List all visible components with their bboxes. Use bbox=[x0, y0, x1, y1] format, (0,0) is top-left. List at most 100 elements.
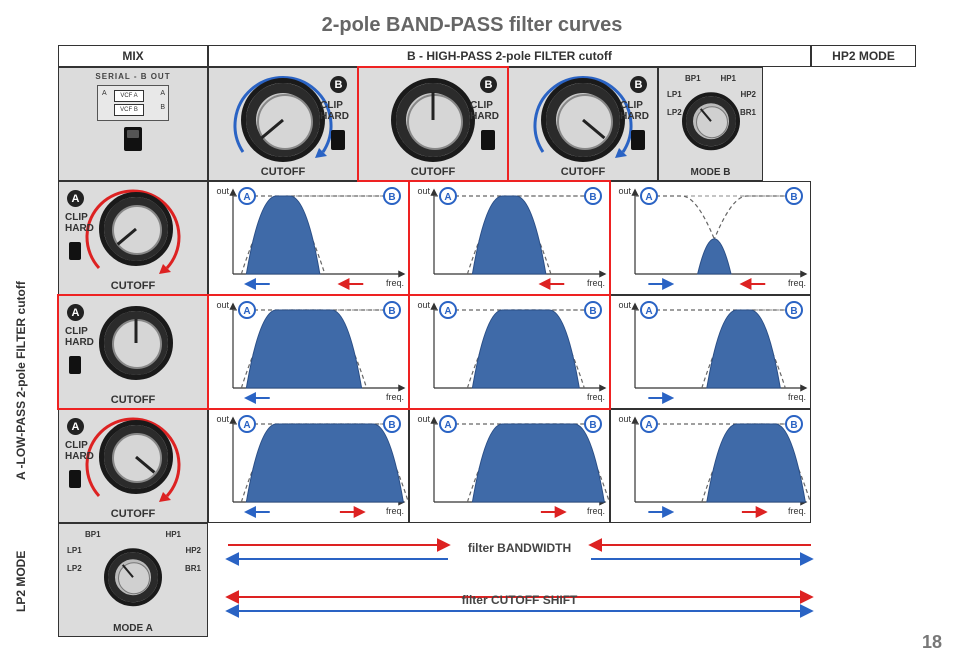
svg-text:A: A bbox=[645, 192, 652, 203]
response-plot: A B out freq. bbox=[409, 181, 610, 295]
svg-text:B: B bbox=[388, 306, 395, 317]
a-cutoff-knob-high[interactable]: A CLIPHARD CUTOFF bbox=[58, 409, 208, 523]
svg-text:out: out bbox=[417, 300, 430, 310]
mode-a-knob[interactable]: LP1 BP1 HP1 LP2 HP2 BR1 MODE A bbox=[58, 523, 208, 637]
clip-switch[interactable] bbox=[69, 242, 81, 260]
knob-badge-icon: B bbox=[330, 76, 347, 93]
svg-text:A: A bbox=[243, 420, 250, 431]
clip-hard-label: CLIPHARD bbox=[65, 440, 94, 462]
mix-out-b: B bbox=[160, 104, 165, 111]
cutoff-label: CUTOFF bbox=[59, 508, 207, 520]
mix-panel: SERIAL - B OUT VCF A VCF B A A B bbox=[58, 67, 208, 181]
response-curve-svg: A B out freq. bbox=[209, 410, 410, 524]
clip-switch[interactable] bbox=[631, 130, 645, 150]
cutoff-label: CUTOFF bbox=[59, 280, 207, 292]
response-plot: A B out freq. bbox=[610, 409, 811, 523]
mix-routing-diagram: VCF A VCF B A A B bbox=[97, 85, 169, 121]
response-curve-svg: A B out freq. bbox=[611, 296, 812, 410]
svg-text:freq.: freq. bbox=[386, 278, 404, 288]
svg-text:freq.: freq. bbox=[386, 392, 404, 402]
response-curve-svg: A B out freq. bbox=[611, 182, 812, 296]
row-header-lp2: LP2 MODE bbox=[14, 551, 28, 612]
response-plot: A B out freq. bbox=[208, 181, 409, 295]
svg-text:freq.: freq. bbox=[788, 278, 806, 288]
mix-switch[interactable] bbox=[124, 127, 142, 151]
svg-text:out: out bbox=[618, 414, 631, 424]
response-curve-svg: A B out freq. bbox=[410, 182, 611, 296]
response-plot: A B out freq. bbox=[610, 181, 811, 295]
clip-hard-label: CLIPHARD bbox=[470, 100, 499, 122]
svg-text:freq.: freq. bbox=[587, 392, 605, 402]
svg-text:A: A bbox=[645, 420, 652, 431]
b-cutoff-knob-high[interactable]: B CLIPHARD CUTOFF bbox=[508, 67, 658, 181]
response-curve-svg: A B out freq. bbox=[410, 410, 611, 524]
cutoff-label: CUTOFF bbox=[359, 166, 507, 178]
svg-text:out: out bbox=[417, 414, 430, 424]
response-curve-svg: A B out freq. bbox=[611, 410, 812, 524]
clip-hard-label: CLIPHARD bbox=[65, 326, 94, 348]
svg-text:freq.: freq. bbox=[788, 392, 806, 402]
clip-switch[interactable] bbox=[331, 130, 345, 150]
knob-badge-icon: A bbox=[67, 304, 84, 321]
response-curve-svg: A B out freq. bbox=[410, 296, 611, 410]
clip-switch[interactable] bbox=[69, 356, 81, 374]
row-header-a: A -LOW-PASS 2-pole FILTER cutoff bbox=[14, 281, 28, 480]
mix-subtitle: SERIAL - B OUT bbox=[95, 72, 170, 81]
svg-text:out: out bbox=[417, 186, 430, 196]
svg-text:B: B bbox=[790, 306, 797, 317]
svg-text:B: B bbox=[790, 192, 797, 203]
svg-text:A: A bbox=[444, 306, 451, 317]
response-curve-svg: A B out freq. bbox=[209, 182, 410, 296]
b-cutoff-knob-low[interactable]: B CLIPHARD CUTOFF bbox=[208, 67, 358, 181]
svg-text:out: out bbox=[618, 300, 631, 310]
svg-text:A: A bbox=[243, 192, 250, 203]
response-plot: A B out freq. bbox=[409, 409, 610, 523]
svg-text:freq.: freq. bbox=[386, 506, 404, 516]
a-cutoff-knob-low[interactable]: A CLIPHARD CUTOFF bbox=[58, 181, 208, 295]
svg-text:B: B bbox=[589, 420, 596, 431]
response-plot: A B out freq. bbox=[208, 409, 409, 523]
response-plot: A B out freq. bbox=[610, 295, 811, 409]
page-title: 2-pole BAND-PASS filter curves bbox=[10, 14, 934, 37]
knob-badge-icon: B bbox=[630, 76, 647, 93]
clip-hard-label: CLIPHARD bbox=[620, 100, 649, 122]
clip-switch[interactable] bbox=[481, 130, 495, 150]
knob-badge-icon: A bbox=[67, 418, 84, 435]
clip-hard-label: CLIPHARD bbox=[320, 100, 349, 122]
svg-text:out: out bbox=[618, 186, 631, 196]
label-cutoff-shift: filter CUTOFF SHIFT bbox=[218, 593, 821, 607]
mix-out-a: A bbox=[160, 90, 165, 97]
svg-text:B: B bbox=[589, 192, 596, 203]
svg-text:B: B bbox=[589, 306, 596, 317]
mix-vcf-a: VCF A bbox=[114, 90, 144, 102]
svg-text:B: B bbox=[790, 420, 797, 431]
cutoff-label: CUTOFF bbox=[509, 166, 657, 178]
a-cutoff-knob-mid[interactable]: A CLIPHARD CUTOFF bbox=[58, 295, 208, 409]
svg-text:A: A bbox=[243, 306, 250, 317]
response-curve-svg: A B out freq. bbox=[209, 296, 410, 410]
mode-label: MODE A bbox=[59, 623, 207, 634]
mode-label: MODE B bbox=[659, 167, 762, 178]
clip-hard-label: CLIPHARD bbox=[65, 212, 94, 234]
mix-in-a: A bbox=[102, 90, 107, 97]
svg-text:out: out bbox=[216, 186, 229, 196]
label-bandwidth: filter BANDWIDTH bbox=[218, 541, 821, 555]
response-plot: A B out freq. bbox=[208, 295, 409, 409]
bottom-legend: filter BANDWIDTH filter CUTOFF SHIFT bbox=[218, 523, 821, 637]
mode-b-knob[interactable]: LP1 BP1 HP1 LP2 HP2 BR1 MODE B bbox=[658, 67, 763, 181]
svg-text:freq.: freq. bbox=[587, 506, 605, 516]
svg-text:out: out bbox=[216, 300, 229, 310]
cutoff-label: CUTOFF bbox=[59, 394, 207, 406]
mix-vcf-b: VCF B bbox=[114, 104, 144, 116]
svg-text:freq.: freq. bbox=[587, 278, 605, 288]
col-header-b: B - HIGH-PASS 2-pole FILTER cutoff bbox=[208, 45, 811, 67]
svg-text:A: A bbox=[645, 306, 652, 317]
b-cutoff-knob-mid[interactable]: BCLIPHARDCUTOFF bbox=[358, 67, 508, 181]
cutoff-label: CUTOFF bbox=[209, 166, 357, 178]
svg-text:freq.: freq. bbox=[788, 506, 806, 516]
svg-text:A: A bbox=[444, 192, 451, 203]
knob-badge-icon: A bbox=[67, 190, 84, 207]
clip-switch[interactable] bbox=[69, 470, 81, 488]
col-header-mix: MIX bbox=[58, 45, 208, 67]
response-plot: A B out freq. bbox=[409, 295, 610, 409]
